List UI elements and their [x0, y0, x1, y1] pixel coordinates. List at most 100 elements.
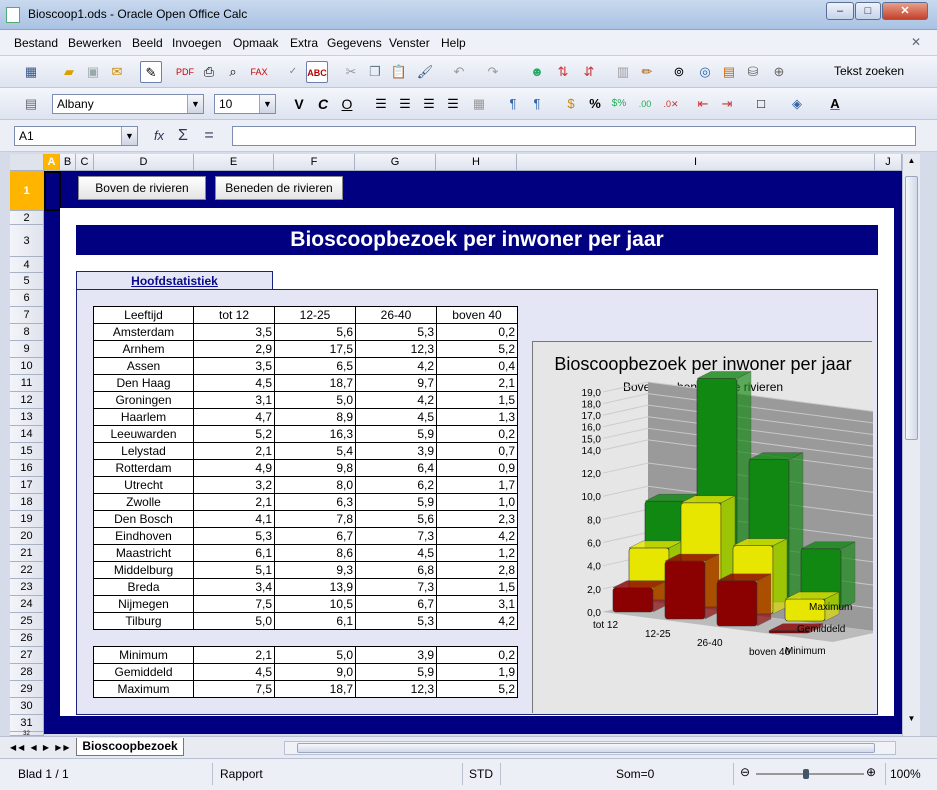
label-cell[interactable]: Haarlem	[93, 408, 194, 426]
value-cell[interactable]: 6,1	[193, 544, 275, 562]
value-cell[interactable]: 7,8	[274, 510, 356, 528]
value-cell[interactable]: 0,2	[436, 323, 518, 341]
value-cell[interactable]: 5,3	[193, 527, 275, 545]
font-size-select[interactable]: 10 ▼	[214, 94, 276, 114]
delete-decimal-icon[interactable]: .0✕	[660, 93, 682, 115]
label-cell[interactable]: Breda	[93, 578, 194, 596]
sheet-tab-active[interactable]: Bioscoopbezoek	[76, 738, 184, 756]
value-cell[interactable]: 3,5	[193, 323, 275, 341]
text-direction-rtl-icon[interactable]: ¶	[526, 93, 548, 115]
row-header-25[interactable]: 25	[10, 613, 44, 630]
value-cell[interactable]: 2,8	[436, 561, 518, 579]
export-pdf-icon[interactable]: PDF	[174, 61, 196, 83]
minimize-button[interactable]: –	[826, 2, 854, 20]
close-document-icon[interactable]: ✕	[911, 35, 921, 49]
label-cell[interactable]: Tilburg	[93, 612, 194, 630]
row-header-20[interactable]: 20	[10, 528, 44, 545]
name-box[interactable]: A1 ▼	[14, 126, 138, 146]
print-icon[interactable]: ⎙	[198, 61, 220, 83]
value-cell[interactable]: 0,4	[436, 357, 518, 375]
row-header-16[interactable]: 16	[10, 460, 44, 477]
value-cell[interactable]: 1,3	[436, 408, 518, 426]
horizontal-scrollbar[interactable]	[284, 741, 896, 755]
beneden-rivieren-button[interactable]: Beneden de rivieren	[215, 176, 343, 200]
label-cell[interactable]: Zwolle	[93, 493, 194, 511]
column-heading[interactable]: boven 40	[436, 306, 518, 324]
value-cell[interactable]: 5,2	[193, 425, 275, 443]
value-cell[interactable]: 6,3	[274, 493, 356, 511]
vertical-scrollbar[interactable]: ▲ ▼	[902, 154, 920, 736]
value-cell[interactable]: 2,1	[193, 442, 275, 460]
value-cell[interactable]: 3,9	[355, 442, 437, 460]
formula-icon[interactable]: =	[198, 125, 220, 147]
find-replace-icon[interactable]: ⊚	[668, 61, 690, 83]
column-header-d[interactable]: D	[94, 154, 194, 171]
value-cell[interactable]: 3,9	[355, 646, 437, 664]
menu-gegevens[interactable]: Gegevens	[327, 36, 382, 50]
value-cell[interactable]: 5,3	[355, 323, 437, 341]
row-header-1[interactable]: 1	[10, 171, 44, 211]
font-color-icon[interactable]: A	[824, 93, 846, 115]
sort-ascending-icon[interactable]: ⇅	[552, 61, 574, 83]
sort-descending-icon[interactable]: ⇵	[578, 61, 600, 83]
draw-functions-icon[interactable]: ✏	[636, 61, 658, 83]
label-cell[interactable]: Middelburg	[93, 561, 194, 579]
styles-icon[interactable]: ▤	[20, 93, 42, 115]
italic-button[interactable]: C	[312, 93, 334, 115]
value-cell[interactable]: 0,2	[436, 425, 518, 443]
value-cell[interactable]: 1,9	[436, 663, 518, 681]
percent-format-icon[interactable]: %	[584, 93, 606, 115]
value-cell[interactable]: 8,6	[274, 544, 356, 562]
value-cell[interactable]: 6,4	[355, 459, 437, 477]
value-cell[interactable]: 3,1	[436, 595, 518, 613]
value-cell[interactable]: 2,1	[436, 374, 518, 392]
row-header-13[interactable]: 13	[10, 409, 44, 426]
value-cell[interactable]: 16,3	[274, 425, 356, 443]
add-decimal-icon[interactable]: .00	[634, 93, 656, 115]
zoom-icon[interactable]: ⊕	[768, 61, 790, 83]
row-header-7[interactable]: 7	[10, 307, 44, 324]
standard-format-icon[interactable]: $%	[608, 93, 630, 115]
value-cell[interactable]: 1,2	[436, 544, 518, 562]
label-cell[interactable]: Minimum	[93, 646, 194, 664]
column-header-j[interactable]: J	[875, 154, 902, 171]
value-cell[interactable]: 13,9	[274, 578, 356, 596]
label-cell[interactable]: Rotterdam	[93, 459, 194, 477]
chevron-down-icon[interactable]: ▼	[259, 95, 275, 113]
row-header-15[interactable]: 15	[10, 443, 44, 460]
value-cell[interactable]: 5,2	[436, 340, 518, 358]
label-cell[interactable]: Den Bosch	[93, 510, 194, 528]
text-direction-ltr-icon[interactable]: ¶	[502, 93, 524, 115]
row-header-18[interactable]: 18	[10, 494, 44, 511]
row-header-19[interactable]: 19	[10, 511, 44, 528]
value-cell[interactable]: 4,7	[193, 408, 275, 426]
value-cell[interactable]: 4,2	[436, 612, 518, 630]
new-document-icon[interactable]: ▦	[20, 61, 42, 83]
row-header-17[interactable]: 17	[10, 477, 44, 494]
column-heading[interactable]: Leeftijd	[93, 306, 194, 324]
bold-button[interactable]: V	[288, 93, 310, 115]
value-cell[interactable]: 2,1	[193, 646, 275, 664]
value-cell[interactable]: 9,3	[274, 561, 356, 579]
value-cell[interactable]: 5,9	[355, 425, 437, 443]
value-cell[interactable]: 3,5	[193, 357, 275, 375]
decrease-indent-icon[interactable]: ⇤	[692, 93, 714, 115]
row-header-5[interactable]: 5	[10, 273, 44, 290]
value-cell[interactable]: 3,1	[193, 391, 275, 409]
value-cell[interactable]: 12,3	[355, 680, 437, 698]
background-color-icon[interactable]: ◈	[786, 93, 808, 115]
menu-help[interactable]: Help	[441, 36, 466, 50]
active-cell-a1[interactable]	[44, 171, 61, 211]
spellcheck-icon[interactable]: ✓	[282, 61, 304, 83]
menu-extra[interactable]: Extra	[290, 36, 318, 50]
align-center-icon[interactable]: ☰	[394, 93, 416, 115]
value-cell[interactable]: 2,3	[436, 510, 518, 528]
value-cell[interactable]: 4,5	[193, 663, 275, 681]
column-header-e[interactable]: E	[194, 154, 274, 171]
close-window-button[interactable]: ✕	[882, 2, 928, 20]
row-header-24[interactable]: 24	[10, 596, 44, 613]
row-header-10[interactable]: 10	[10, 358, 44, 375]
vertical-scroll-thumb[interactable]	[905, 176, 918, 440]
value-cell[interactable]: 5,6	[355, 510, 437, 528]
scroll-down-icon[interactable]: ▼	[905, 714, 918, 728]
